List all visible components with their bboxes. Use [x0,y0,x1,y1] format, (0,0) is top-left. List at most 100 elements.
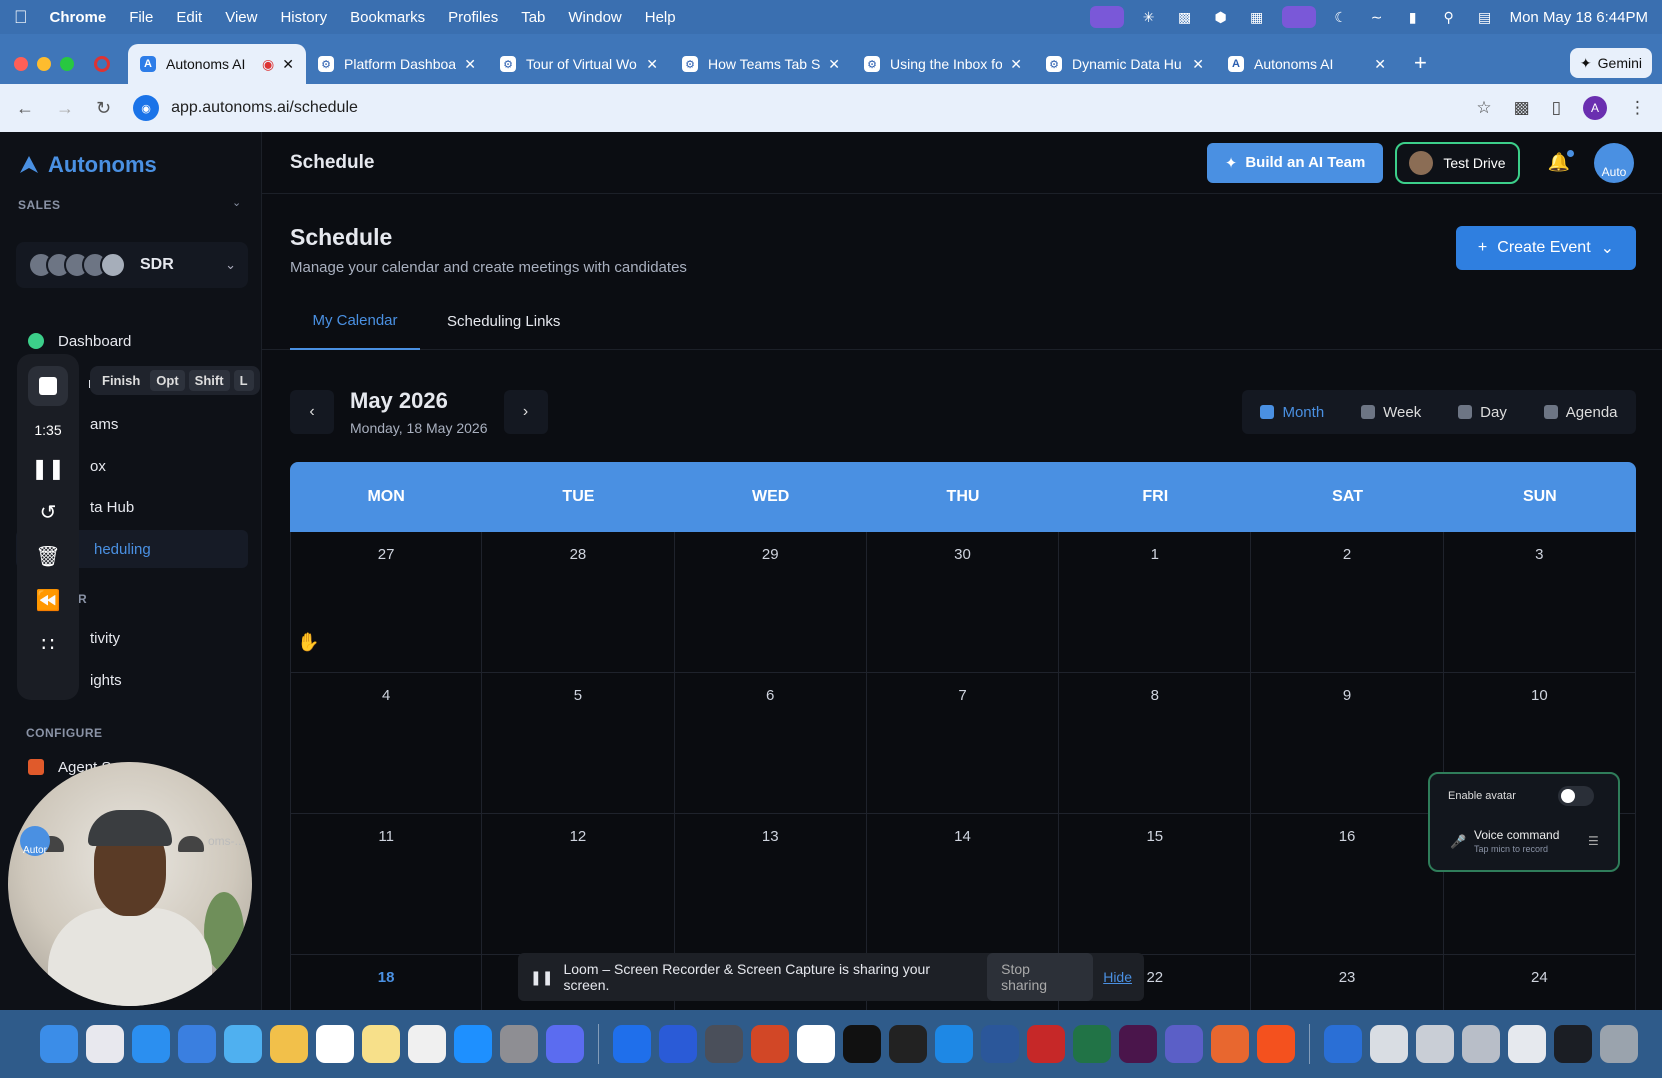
menu-help[interactable]: Help [645,9,676,26]
calendar-day[interactable]: 11 [290,814,483,955]
screenshots-stack-icon[interactable] [1462,1025,1500,1063]
trash-icon[interactable]: 🗑 [35,542,60,570]
build-ai-team-button[interactable]: ✦ Build an AI Team [1206,142,1384,183]
downloads-stack-icon[interactable] [1508,1025,1546,1063]
close-tab-icon[interactable]: ✕ [282,56,294,73]
dictionary-icon[interactable] [1027,1025,1065,1063]
tab-scheduling-links[interactable]: Scheduling Links [447,292,560,350]
launchpad-icon[interactable] [86,1025,124,1063]
word-icon[interactable] [981,1025,1019,1063]
close-tab-icon[interactable]: ✕ [1192,56,1204,73]
extensions-puzzle-icon[interactable]: ▯ [1552,98,1561,118]
close-tab-icon[interactable]: ✕ [1374,56,1386,73]
calendar-day[interactable]: 7 [866,673,1060,814]
hide-sharing-bar-link[interactable]: Hide [1103,969,1132,985]
calendar-day[interactable]: 13 [674,814,867,955]
gemini-button[interactable]: ✦ Gemini [1569,48,1652,78]
profile-avatar[interactable]: A [1583,96,1607,120]
maps-icon[interactable] [224,1025,262,1063]
sidebar-footer[interactable]: Autor oms-... [20,826,245,856]
new-tab-icon[interactable]: + [1414,50,1427,76]
more-menu-icon[interactable]: ⋮ [1629,98,1646,118]
browser-tab[interactable]: ⚙ Platform Dashboa ✕ [306,44,488,84]
stop-sharing-button[interactable]: Stop sharing [987,953,1094,1001]
calendar-day[interactable]: 8 [1059,673,1252,814]
reload-icon[interactable]: ↻ [96,98,111,119]
minimize-window-button[interactable] [37,57,51,71]
apple-icon[interactable]:  [14,7,28,28]
webcam-bubble[interactable] [8,762,252,1006]
clock[interactable]: Mon May 18 6:44PM [1510,9,1648,26]
slack-icon[interactable] [1119,1025,1157,1063]
calendar-day[interactable]: 3 [1443,532,1636,673]
calendar-app-icon[interactable] [316,1025,354,1063]
back-arrow-icon[interactable]: ← [16,98,34,119]
calendar-day[interactable]: 30 [866,532,1060,673]
calendar-day[interactable]: 23 [1251,955,1444,1010]
excel-icon[interactable] [1073,1025,1111,1063]
app-icon[interactable] [705,1025,743,1063]
browser-tab[interactable]: ⚙ Dynamic Data Hu ✕ [1034,44,1216,84]
user-avatar[interactable]: Auto [1594,142,1634,183]
preview-icon[interactable] [546,1025,584,1063]
mirror-icon[interactable] [1281,6,1316,28]
chevron-down-icon[interactable]: ⌄ [232,196,241,209]
view-month-button[interactable]: Month [1260,404,1324,421]
calendar-day[interactable]: 24 [1443,955,1636,1010]
tab-my-calendar[interactable]: My Calendar [290,292,420,350]
view-week-button[interactable]: Week [1361,404,1421,421]
site-info-icon[interactable]: ◉ [133,95,160,121]
menu-history[interactable]: History [280,9,327,26]
calendar-day[interactable]: 6 [674,673,867,814]
view-day-button[interactable]: Day [1458,404,1507,421]
powerpoint-icon[interactable] [751,1025,789,1063]
browser-tab[interactable]: ⚙ Tour of Virtual Wo ✕ [488,44,670,84]
browser-tab[interactable]: ⚙ How Teams Tab S ✕ [670,44,852,84]
folder-stack-icon[interactable] [1370,1025,1408,1063]
dots-grid-icon[interactable]: ∷ [42,630,55,658]
microphone-icon[interactable]: 🎤 [1450,834,1466,850]
control-center-icon[interactable]: ▤ [1474,8,1496,26]
sparkle-icon[interactable]: ✳ [1138,8,1160,26]
quicktime-icon[interactable] [935,1025,973,1063]
close-window-button[interactable] [14,57,28,71]
moon-icon[interactable]: ☾ [1330,8,1352,26]
close-tab-icon[interactable]: ✕ [646,56,658,73]
next-month-button[interactable]: › [503,390,548,434]
view-agenda-button[interactable]: Agenda [1543,404,1618,421]
menu-window[interactable]: Window [568,9,621,26]
windows-app-icon[interactable] [613,1025,651,1063]
calendar-day[interactable]: 16 [1251,814,1444,955]
photos-icon[interactable] [270,1025,308,1063]
calendar-day[interactable]: 28 [482,532,675,673]
close-tab-icon[interactable]: ✕ [828,56,840,73]
terminal-icon[interactable] [843,1025,881,1063]
create-event-button[interactable]: + Create Event ⌄ [1456,226,1636,270]
close-tab-icon[interactable]: ✕ [1010,56,1022,73]
outlook-icon[interactable] [659,1025,697,1063]
slack-status-icon[interactable]: ▩ [1174,8,1196,26]
url-text[interactable]: app.autonoms.ai/schedule [171,99,358,117]
app-store-icon[interactable] [454,1025,492,1063]
previous-month-button[interactable]: ‹ [290,390,334,434]
forward-arrow-icon[interactable]: → [56,98,74,119]
restart-icon[interactable]: ↺ [40,498,57,526]
calendar-day[interactable]: 14 [866,814,1060,955]
url-field[interactable]: ◉ app.autonoms.ai/schedule [133,95,358,121]
calendar-day[interactable]: 15 [1059,814,1252,955]
calendar-day[interactable]: 1 [1059,532,1252,673]
system-settings-icon[interactable] [500,1025,538,1063]
bell-icon[interactable]: 🔔 [1548,150,1574,173]
menu-profiles[interactable]: Profiles [448,9,498,26]
freeform-icon[interactable] [408,1025,446,1063]
close-tab-icon[interactable]: ✕ [464,56,476,73]
menu-edit[interactable]: Edit [176,9,202,26]
wifi-icon[interactable]: ∼ [1366,8,1388,26]
grid-icon[interactable]: ▦ [1246,8,1268,26]
enable-avatar-toggle[interactable] [1558,786,1594,806]
pen-app-icon[interactable] [1257,1025,1295,1063]
calendar-day-today[interactable]: 18 [290,955,483,1010]
documents-stack-icon[interactable] [1416,1025,1454,1063]
spotlight-search-icon[interactable]: ⚲ [1438,8,1460,26]
browser-tab[interactable]: A Autonoms AI ✕ [1216,44,1398,84]
